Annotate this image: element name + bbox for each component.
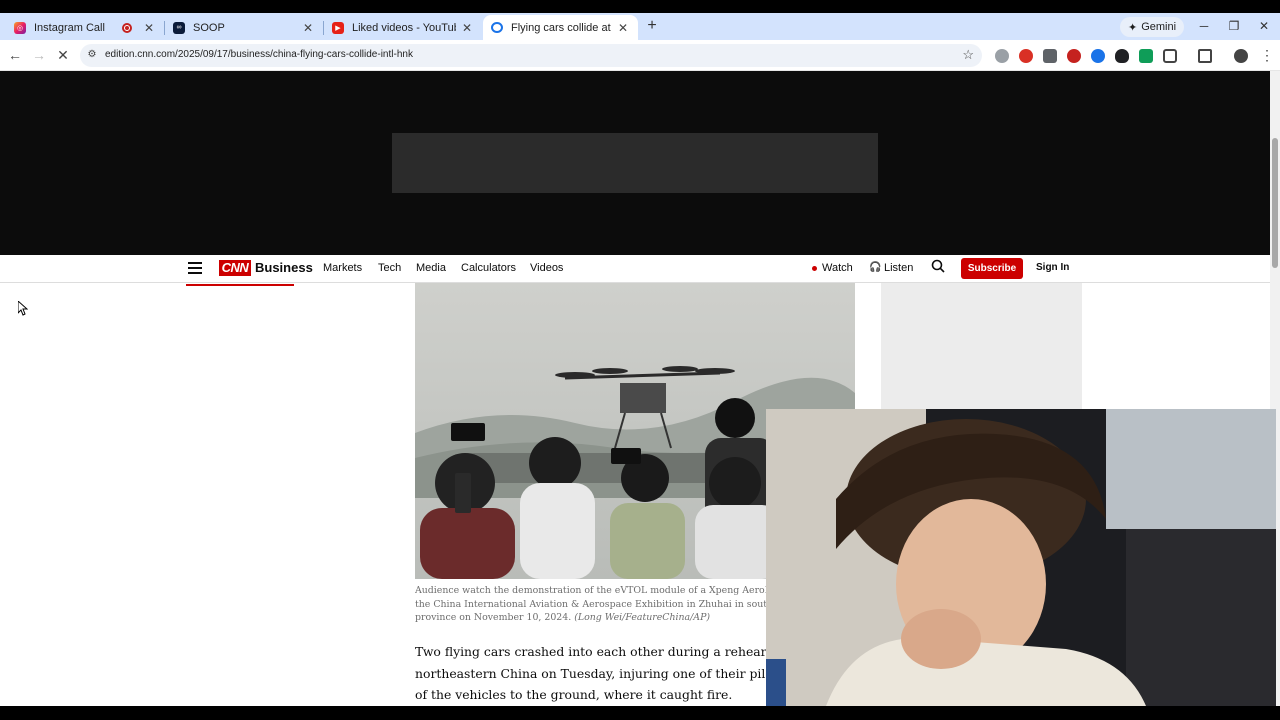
profile-avatar[interactable] [1234,49,1248,63]
tab-title: Instagram Call [34,21,105,34]
nav-link-tech[interactable]: Tech [378,262,401,274]
soop-icon: ∞ [173,21,185,34]
nav-link-videos[interactable]: Videos [530,262,563,274]
caption-line: province on November 10, 2024. (Long Wei… [415,611,775,625]
gemini-button[interactable]: ✦ Gemini [1120,17,1185,37]
subscribe-button[interactable]: Subscribe [961,258,1023,279]
close-tab-icon[interactable]: ✕ [616,21,630,35]
stop-icon[interactable]: ✕ [54,46,72,64]
back-icon[interactable]: ← [6,46,24,64]
tab-strip: ◎ Instagram Call ✕ ∞ SOOP ✕ ▶ Liked vide… [0,13,1280,40]
url-text: edition.cnn.com/2025/09/17/business/chin… [105,49,413,60]
bookmark-star-icon[interactable]: ☆ [962,47,974,63]
menu-icon[interactable]: ⋮ [1258,46,1276,64]
top-letterbox [0,0,1280,13]
scrollbar-thumb[interactable] [1272,138,1278,268]
paragraph-line: Two flying cars crashed into each other … [415,644,775,659]
cnn-logo[interactable]: CNN [219,260,251,276]
tab-title: SOOP [193,21,225,34]
ad-placeholder[interactable] [392,133,878,193]
extension-icon[interactable] [1091,49,1105,63]
headphones-icon: 🎧 [869,262,882,273]
close-window-button[interactable]: ✕ [1254,17,1274,35]
tab-title: Liked videos - YouTube [352,21,456,34]
tab-instagram-call[interactable]: ◎ Instagram Call ✕ [6,15,164,40]
caption-line: the China International Aviation & Aeros… [415,598,775,610]
share-bar-fragment [186,283,294,286]
extension-icon[interactable] [995,49,1009,63]
recording-icon [122,22,132,33]
close-tab-icon[interactable]: ✕ [460,21,474,35]
tab-cnn-active[interactable]: Flying cars collide at airshow re ✕ [483,15,638,40]
tab-youtube[interactable]: ▶ Liked videos - YouTube ✕ [324,15,482,40]
nav-link-media[interactable]: Media [416,262,446,274]
toolbar: ← → ✕ ⚙ edition.cnn.com/2025/09/17/busin… [0,40,1280,71]
sign-in-link[interactable]: Sign In [1036,262,1069,273]
screen: ◎ Instagram Call ✕ ∞ SOOP ✕ ▶ Liked vide… [0,0,1280,720]
article-body: Two flying cars crashed into each other … [415,641,775,706]
mouse-cursor-icon [18,301,28,316]
paragraph-line: northeastern China on Tuesday, injuring … [415,665,775,681]
minimize-button[interactable]: ─ [1194,17,1214,35]
watch-link[interactable]: Watch [822,262,853,274]
sidebar-ad[interactable] [881,283,1082,409]
close-tab-icon[interactable]: ✕ [142,21,156,35]
webcam-overlay [766,409,1276,706]
gemini-icon: ✦ [1128,21,1138,34]
listen-link[interactable]: Listen [884,262,913,274]
nav-link-markets[interactable]: Markets [323,262,362,274]
photo-caption: Audience watch the demonstration of the … [415,584,775,625]
section-title[interactable]: Business [255,260,313,275]
site-info-icon[interactable]: ⚙ [86,49,98,61]
extension-icon[interactable] [1043,49,1057,63]
photo-credit: (Long Wei/FeatureChina/AP) [574,612,711,623]
extension-icon[interactable] [1067,49,1081,63]
gemini-label: Gemini [1141,21,1177,33]
ad-banner [0,71,1270,255]
address-bar[interactable]: ⚙ edition.cnn.com/2025/09/17/business/ch… [80,44,982,67]
restore-button[interactable]: ❐ [1224,17,1244,35]
tab-search-icon[interactable] [1198,49,1212,63]
new-tab-button[interactable]: + [643,17,661,35]
hamburger-menu-icon[interactable] [188,262,202,274]
nav-link-calculators[interactable]: Calculators [461,262,516,274]
youtube-icon: ▶ [332,21,344,34]
search-icon[interactable] [931,259,945,273]
close-tab-icon[interactable]: ✕ [301,21,315,35]
tab-title: Flying cars collide at airshow re [511,21,612,34]
extension-icon[interactable] [1139,49,1153,63]
paragraph-line: of the vehicles to the ground, where it … [415,687,733,702]
caption-text: province on November 10, 2024. [415,612,572,623]
instagram-icon: ◎ [14,21,26,34]
caption-line: Audience watch the demonstration of the … [415,585,775,596]
loading-icon [491,22,503,33]
live-dot-icon [812,266,817,271]
tab-soop[interactable]: ∞ SOOP ✕ [165,15,323,40]
forward-icon[interactable]: → [30,46,48,64]
puzzle-icon[interactable] [1163,49,1177,63]
extension-icon[interactable] [1019,49,1033,63]
cnn-header: CNN Business Markets Tech Media Calculat… [0,255,1270,283]
bottom-letterbox [0,706,1280,720]
shield-icon[interactable] [1115,49,1129,63]
